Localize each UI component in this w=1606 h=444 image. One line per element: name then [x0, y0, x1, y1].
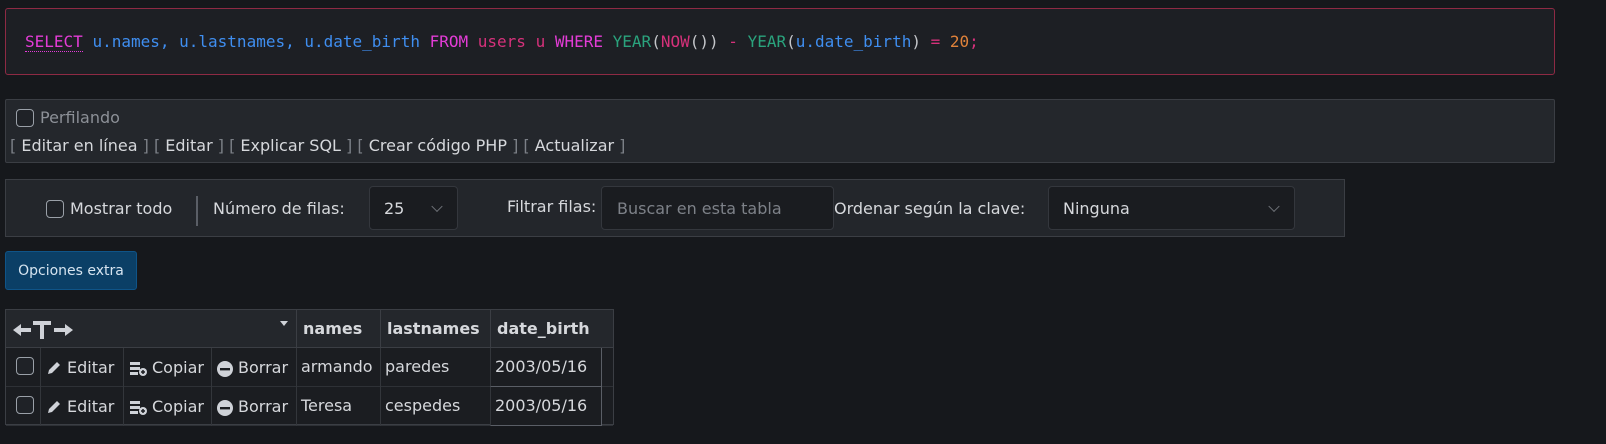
rows-count-value: 25	[384, 198, 405, 218]
pencil-icon	[48, 400, 60, 413]
results-table: names lastnames date_birth Editar Copiar…	[5, 309, 614, 426]
sort-by-key-label: Ordenar según la clave:	[834, 199, 1026, 218]
edit-action-label: Editar	[67, 396, 115, 416]
refresh-link[interactable]: Actualizar	[535, 136, 614, 155]
column-header-date-birth[interactable]: date_birth	[490, 310, 613, 348]
copy-action[interactable]: Copiar	[123, 348, 211, 387]
cell-lastnames[interactable]: cespedes	[380, 387, 490, 426]
row-select-cell	[6, 387, 40, 426]
edit-action[interactable]: Editar	[40, 387, 123, 426]
profiling-checkbox[interactable]	[16, 108, 34, 127]
sort-by-key-select[interactable]: Ninguna	[1048, 186, 1295, 230]
extra-options-button[interactable]: Opciones extra	[5, 251, 137, 290]
filter-rows-placeholder: Buscar en esta tabla	[617, 198, 782, 218]
sql-minus-operator: -	[728, 32, 738, 51]
chevron-down-icon	[431, 200, 443, 213]
copy-action-label: Copiar	[152, 357, 204, 377]
filter-rows-input[interactable]: Buscar en esta tabla	[601, 186, 834, 230]
copy-row-icon	[130, 361, 147, 376]
table-row: Editar Copiar Borrar Teresa cespedes 200…	[6, 387, 613, 426]
sql-query-display: SELECT u.names, u.lastnames, u.date_birt…	[5, 8, 1555, 75]
sort-caret-icon[interactable]	[280, 321, 288, 326]
explain-sql-link[interactable]: Explicar SQL	[240, 136, 341, 155]
create-php-code-link[interactable]: Crear código PHP	[369, 136, 507, 155]
copy-action[interactable]: Copiar	[123, 387, 211, 426]
column-header-names[interactable]: names	[296, 310, 380, 348]
sql-table: users u	[477, 32, 546, 51]
sql-where-keyword: WHERE	[554, 32, 604, 51]
sql-now-function: NOW	[660, 32, 690, 51]
column-resize-icon[interactable]	[11, 320, 75, 340]
show-all-label: Mostrar todo	[70, 199, 173, 218]
cell-date-birth[interactable]: 2003/05/16	[490, 348, 602, 387]
delete-action[interactable]: Borrar	[211, 348, 296, 387]
sort-by-key-value: Ninguna	[1063, 198, 1130, 218]
show-all-toggle[interactable]: Mostrar todo	[46, 199, 172, 218]
delete-action-label: Borrar	[238, 357, 289, 377]
sql-arg-column: u.date_birth	[795, 32, 912, 51]
pencil-icon	[48, 361, 60, 374]
query-links: [ Editar en línea ] [ Editar ] [ Explica…	[10, 136, 626, 155]
table-row: Editar Copiar Borrar armando paredes 200…	[6, 348, 613, 387]
sql-equals-operator: =	[930, 32, 941, 51]
cell-names[interactable]: Teresa	[296, 387, 380, 426]
delete-icon	[217, 399, 233, 416]
delete-action[interactable]: Borrar	[211, 387, 296, 426]
delete-icon	[217, 360, 233, 377]
edit-action-label: Editar	[67, 357, 115, 377]
delete-action-label: Borrar	[238, 396, 289, 416]
cell-date-birth[interactable]: 2003/05/16	[490, 387, 602, 426]
row-select-cell	[6, 348, 40, 387]
cell-names[interactable]: armando	[296, 348, 380, 387]
copy-row-icon	[130, 400, 147, 415]
rows-count-select[interactable]: 25	[369, 186, 458, 230]
divider	[196, 196, 198, 226]
filter-rows-label: Filtrar filas:	[507, 197, 597, 216]
row-checkbox[interactable]	[16, 357, 34, 375]
rows-count-label: Número de filas:	[213, 199, 345, 218]
edit-inline-link[interactable]: Editar en línea	[21, 136, 137, 155]
chevron-down-icon	[1268, 200, 1280, 213]
edit-action[interactable]: Editar	[40, 348, 123, 387]
profiling-label: Perfilando	[40, 108, 120, 127]
edit-link[interactable]: Editar	[165, 136, 212, 155]
sql-select-keyword[interactable]: SELECT	[25, 32, 83, 52]
copy-action-label: Copiar	[152, 396, 204, 416]
sql-year-function-2: YEAR	[747, 32, 787, 51]
cell-lastnames[interactable]: paredes	[380, 348, 490, 387]
navigation-bar: Mostrar todo Número de filas: 25 Filtrar…	[5, 179, 1345, 237]
sql-semicolon: ;	[969, 32, 979, 51]
profiling-toggle[interactable]: Perfilando	[16, 108, 120, 127]
row-checkbox[interactable]	[16, 396, 34, 414]
query-actions-panel: Perfilando [ Editar en línea ] [ Editar …	[5, 99, 1555, 163]
column-header-lastnames[interactable]: lastnames	[380, 310, 490, 348]
sql-from-keyword: FROM	[429, 32, 469, 51]
sql-number: 20	[949, 32, 970, 51]
sql-year-function: YEAR	[612, 32, 652, 51]
sql-columns: u.names, u.lastnames, u.date_birth	[92, 32, 420, 51]
show-all-checkbox[interactable]	[46, 199, 64, 218]
